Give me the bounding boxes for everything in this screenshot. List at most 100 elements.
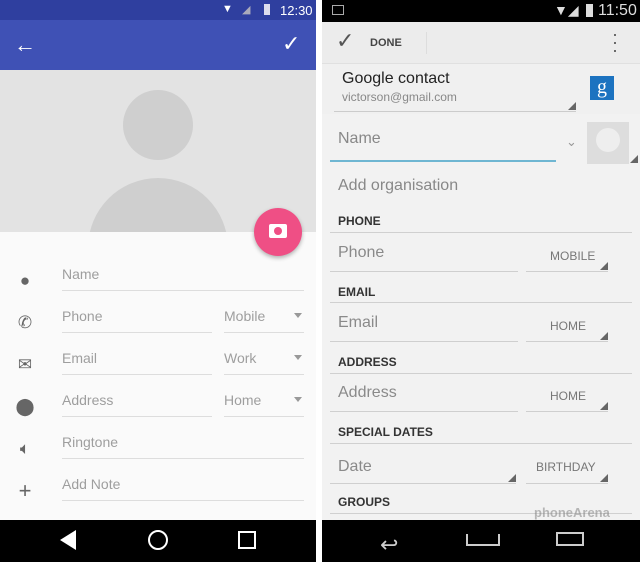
address-input[interactable]: Address xyxy=(330,384,518,412)
phone-type-dropdown[interactable]: Mobile xyxy=(224,308,304,333)
wifi-icon: ▼ xyxy=(222,3,233,15)
action-bar: ✓ DONE · · · xyxy=(322,22,640,64)
email-type-dropdown[interactable]: Work xyxy=(224,350,304,375)
recents-nav-icon[interactable] xyxy=(556,532,584,546)
email-row: ✉ Email Work xyxy=(0,344,316,386)
phone-type-spinner[interactable]: MOBILE xyxy=(526,249,608,272)
dropdown-arrow-icon xyxy=(600,474,608,482)
special-dates-section-header: SPECIAL DATES xyxy=(338,425,433,439)
dropdown-arrow-icon xyxy=(600,262,608,270)
navigation-bar xyxy=(0,520,316,562)
dropdown-arrow-icon xyxy=(568,102,576,110)
dropdown-arrow-icon xyxy=(294,397,302,406)
date-type-value: BIRTHDAY xyxy=(536,460,596,474)
dropdown-arrow-icon xyxy=(600,402,608,410)
speaker-icon: 🔈︎ xyxy=(19,439,31,458)
dropdown-arrow-icon xyxy=(294,355,302,364)
section-divider xyxy=(330,373,632,374)
recents-nav-icon[interactable] xyxy=(238,531,256,549)
watermark: phoneArena xyxy=(534,505,610,520)
avatar-icon xyxy=(596,128,620,152)
groups-section-header: GROUPS xyxy=(338,495,391,509)
location-icon: ⬤ xyxy=(15,397,35,416)
address-row: ⬤ Address Home xyxy=(0,386,316,428)
address-type-value: HOME xyxy=(550,389,586,403)
avatar-body xyxy=(88,178,228,232)
check-icon: ✓ xyxy=(336,28,355,53)
status-bar: ▼ ◢ 12:30 xyxy=(0,0,316,20)
dropdown-arrow-icon xyxy=(508,474,516,482)
ringtone-row: 🔈︎ Ringtone xyxy=(0,428,316,470)
ringtone-input[interactable]: Ringtone xyxy=(62,434,304,459)
home-nav-icon[interactable] xyxy=(148,530,168,550)
section-divider xyxy=(330,232,632,233)
email-type-value: Work xyxy=(224,350,257,366)
status-time: 11:50 xyxy=(598,2,637,19)
battery-icon xyxy=(264,4,270,15)
phone-input[interactable]: Phone xyxy=(62,308,212,333)
expand-chevron-icon[interactable]: ⌄ xyxy=(566,134,577,150)
add-organisation-button[interactable]: Add organisation xyxy=(338,177,458,195)
back-button[interactable]: ← xyxy=(14,32,36,58)
account-dropdown[interactable]: Google contact victorson@gmail.com xyxy=(334,70,576,112)
phone-row: ✆ Phone Mobile xyxy=(0,302,316,344)
section-divider xyxy=(330,302,632,303)
note-row: + Add Note xyxy=(0,470,316,512)
email-section-header: EMAIL xyxy=(338,285,376,299)
name-row: ● Name xyxy=(0,260,316,302)
back-nav-icon[interactable]: ↩ xyxy=(380,532,398,558)
address-section-header: ADDRESS xyxy=(338,355,397,369)
person-icon: ● xyxy=(19,271,31,290)
plus-icon: + xyxy=(18,478,32,503)
status-time: 12:30 xyxy=(280,3,313,18)
email-icon: ✉ xyxy=(17,355,33,374)
phone-type-value: Mobile xyxy=(224,308,266,324)
address-type-dropdown[interactable]: Home xyxy=(224,392,304,417)
avatar-head xyxy=(123,90,193,160)
right-phone-screen: ▼◢ 11:50 ✓ DONE · · · Google contact victo… xyxy=(322,0,640,562)
battery-icon xyxy=(586,4,593,17)
date-type-spinner[interactable]: BIRTHDAY xyxy=(526,460,608,484)
section-divider xyxy=(330,443,632,444)
dropdown-arrow-icon xyxy=(294,313,302,322)
account-title: Google contact xyxy=(342,70,450,87)
status-bar: ▼◢ 11:50 xyxy=(322,0,640,22)
back-nav-icon[interactable] xyxy=(60,530,76,550)
name-input[interactable]: Name xyxy=(62,266,304,291)
divider xyxy=(426,32,427,54)
done-button[interactable]: ✓ DONE xyxy=(322,22,426,64)
date-placeholder: Date xyxy=(338,458,372,475)
address-type-value: Home xyxy=(224,392,262,408)
note-input[interactable]: Add Note xyxy=(62,476,304,501)
phone-input[interactable]: Phone xyxy=(330,244,518,272)
account-email: victorson@gmail.com xyxy=(342,90,457,104)
photo-corner-icon xyxy=(630,155,638,163)
name-input[interactable]: Name xyxy=(330,130,556,162)
email-type-value: HOME xyxy=(550,319,586,333)
camera-button[interactable] xyxy=(254,208,302,256)
email-input[interactable]: Email xyxy=(62,350,212,375)
google-icon: g xyxy=(590,76,614,100)
home-nav-icon[interactable] xyxy=(466,534,500,546)
contact-photo-button[interactable] xyxy=(587,122,629,164)
address-input[interactable]: Address xyxy=(62,392,212,417)
camera-icon xyxy=(269,224,287,238)
overflow-menu-icon[interactable]: · · · xyxy=(612,25,618,59)
left-phone-screen: ▼ ◢ 12:30 ← ✓ ● Name ✆ Phone Mobile ✉ Em… xyxy=(0,0,316,562)
phone-type-value: MOBILE xyxy=(550,249,596,263)
navigation-bar: ↩ xyxy=(322,520,640,562)
toolbar: ← ✓ xyxy=(0,20,316,70)
dropdown-arrow-icon xyxy=(600,332,608,340)
wifi-signal-icon: ▼◢ xyxy=(554,2,579,18)
signal-icon: ◢ xyxy=(242,4,251,16)
phone-section-header: PHONE xyxy=(338,214,381,228)
email-type-spinner[interactable]: HOME xyxy=(526,319,608,342)
date-input[interactable]: Date xyxy=(330,458,516,484)
done-label: DONE xyxy=(370,37,402,49)
save-check-button[interactable]: ✓ xyxy=(282,31,300,57)
image-notification-icon xyxy=(332,5,344,15)
phone-icon: ✆ xyxy=(17,313,33,332)
address-type-spinner[interactable]: HOME xyxy=(526,389,608,412)
email-input[interactable]: Email xyxy=(330,314,518,342)
account-selector[interactable]: Google contact victorson@gmail.com g xyxy=(322,64,640,114)
